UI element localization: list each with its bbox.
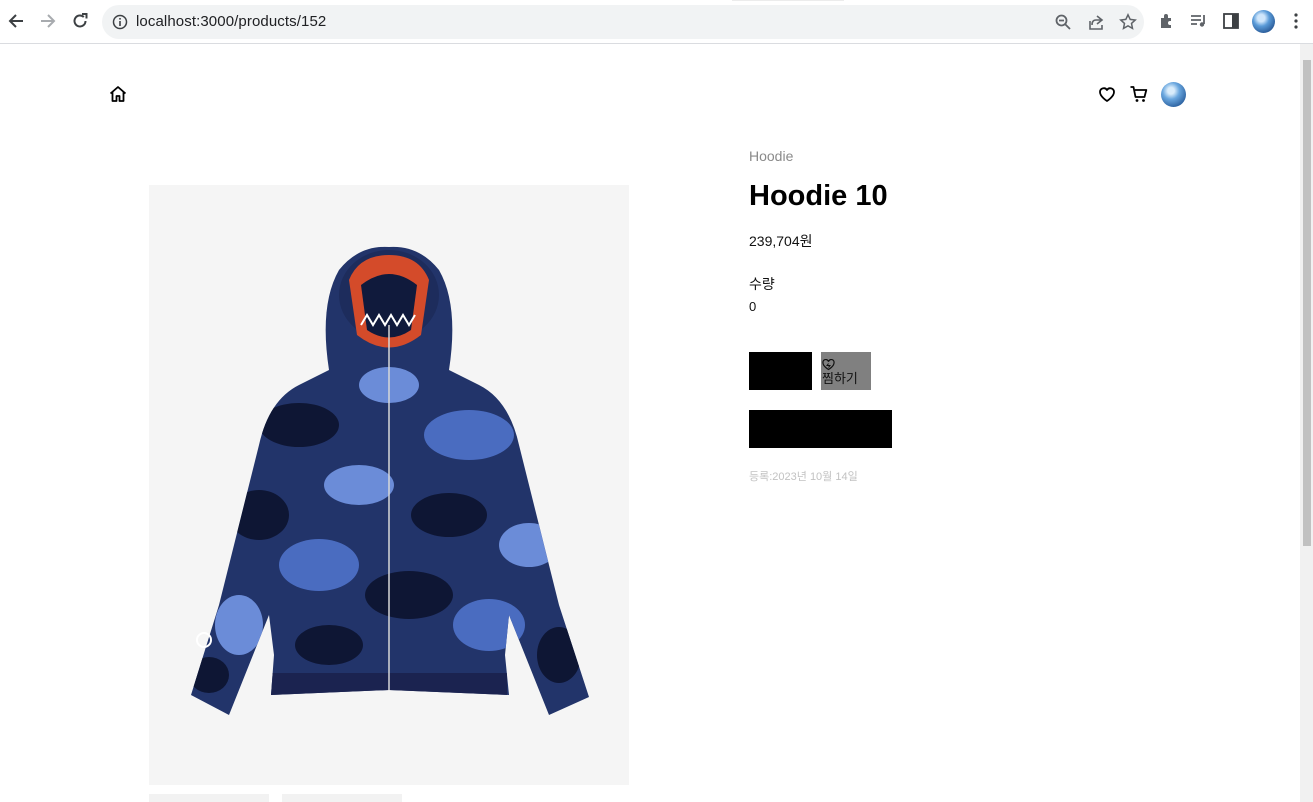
side-panel-icon[interactable] [1221, 11, 1241, 31]
wishlist-button[interactable]: 찜하기 [821, 352, 871, 390]
registration-date: 등록:2023년 10월 14일 [749, 471, 858, 483]
bookmark-star-icon[interactable] [1119, 13, 1137, 31]
heart-icon [822, 358, 835, 370]
browser-profile-avatar[interactable] [1252, 10, 1275, 33]
forward-button[interactable] [36, 9, 60, 33]
tab-strip-edge [732, 0, 844, 1]
buy-now-button[interactable] [749, 410, 892, 448]
site-header [0, 44, 1300, 144]
add-to-cart-button[interactable] [749, 352, 812, 390]
product-category[interactable]: Hoodie [749, 148, 1249, 164]
hoodie-image [191, 246, 589, 715]
thumbnail-1[interactable] [149, 794, 269, 802]
product-details: Hoodie Hoodie 10 239,704원 수량 0 찜하기 등록:20… [749, 148, 1249, 484]
url-text: localhost:3000/products/152 [136, 13, 327, 30]
wishlist-label: 찜하기 [822, 370, 858, 386]
thumbnail-2[interactable] [282, 794, 402, 802]
product-image[interactable] [149, 185, 629, 785]
more-menu-icon[interactable] [1286, 11, 1306, 31]
browser-toolbar: localhost:3000/products/152 [0, 0, 1313, 44]
cart-icon[interactable] [1129, 84, 1149, 104]
back-button[interactable] [4, 9, 28, 33]
reload-icon [73, 13, 88, 28]
scrollbar-thumb[interactable] [1303, 60, 1311, 546]
site-info-icon[interactable] [112, 14, 128, 30]
back-arrow-icon [8, 14, 23, 28]
quantity-label: 수량 [749, 276, 775, 292]
action-row: 찜하기 [749, 352, 1249, 390]
media-control-icon[interactable] [1189, 11, 1209, 31]
extensions-icon[interactable] [1157, 11, 1177, 31]
home-icon[interactable] [108, 84, 128, 104]
share-icon[interactable] [1087, 13, 1105, 31]
product-title: Hoodie 10 [749, 180, 888, 212]
forward-arrow-icon [41, 14, 56, 28]
zoom-icon[interactable] [1054, 13, 1072, 31]
heart-icon[interactable] [1097, 84, 1117, 104]
address-bar[interactable]: localhost:3000/products/152 [102, 5, 1144, 39]
product-price: 239,704원 [749, 233, 813, 249]
avatar[interactable] [1161, 82, 1186, 107]
quantity-value[interactable]: 0 [749, 299, 1249, 314]
reload-button[interactable] [68, 9, 92, 33]
page-scrollbar[interactable] [1300, 44, 1313, 802]
